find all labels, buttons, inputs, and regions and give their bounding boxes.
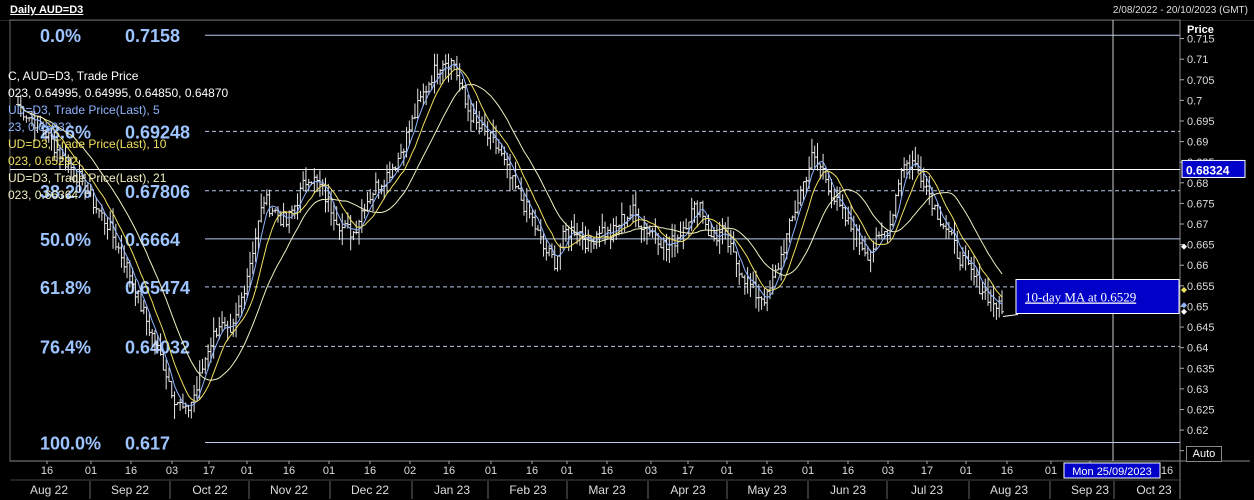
y-tick-label: 0.68 — [1187, 178, 1208, 190]
y-tick-label: 0.705 — [1187, 75, 1215, 87]
x-month-label: Jul 23 — [911, 483, 943, 497]
legend-line: C, AUD=D3, Trade Price — [8, 69, 139, 83]
legend-line: 23, 0.65032 — [8, 120, 72, 134]
fib-percent-label: 50.0% — [40, 230, 91, 250]
x-day-label: 01 — [323, 465, 335, 477]
x-month-label: Feb 23 — [509, 483, 547, 497]
x-day-label: 01 — [960, 465, 972, 477]
legend-line: 023, 0.65292 — [8, 154, 79, 168]
y-tick-label: 0.66 — [1187, 260, 1208, 272]
y-tick-label: 0.675 — [1187, 198, 1215, 210]
legend-line: UD=D3, Trade Price(Last), 21 — [8, 171, 167, 185]
y-tick-label: 0.665 — [1187, 240, 1215, 252]
y-tick-label: 0.64 — [1187, 343, 1208, 355]
x-day-label: 01 — [485, 465, 497, 477]
x-day-label: 16 — [41, 465, 53, 477]
x-day-label: 16 — [125, 465, 137, 477]
legend-line: UD=D3, Trade Price(Last), 5 — [8, 103, 160, 117]
fib-percent-label: 100.0% — [40, 433, 101, 453]
x-day-label: 16 — [283, 465, 295, 477]
x-day-label: 17 — [921, 465, 933, 477]
x-month-label: Aug 23 — [990, 483, 1028, 497]
y-tick-label: 0.645 — [1187, 322, 1215, 334]
y-tick-label: 0.69 — [1187, 137, 1208, 149]
level-price-label: 0.68324 — [1186, 163, 1230, 177]
x-day-label: 01 — [85, 465, 97, 477]
x-day-label: 02 — [404, 465, 416, 477]
x-month-label: Jun 23 — [830, 483, 866, 497]
fib-value-label: 0.617 — [125, 433, 170, 453]
legend-line: 023, 0.66364 — [8, 188, 79, 202]
x-day-label: 16 — [761, 465, 773, 477]
x-month-label: Dec 22 — [351, 483, 389, 497]
x-day-label: 16 — [601, 465, 613, 477]
legend-line: 023, 0.64995, 0.64995, 0.64850, 0.64870 — [8, 86, 229, 100]
x-month-label: Sep 23 — [1071, 483, 1109, 497]
x-day-label: 16 — [443, 465, 455, 477]
x-month-label: Oct 22 — [192, 483, 228, 497]
x-day-label: 16 — [842, 465, 854, 477]
x-day-label: 16 — [1161, 465, 1173, 477]
x-day-label: 03 — [166, 465, 178, 477]
x-day-label: 01 — [1045, 465, 1057, 477]
y-tick-label: 0.655 — [1187, 281, 1215, 293]
x-day-label: 16 — [526, 465, 538, 477]
crosshair-date-label: Mon 25/09/2023 — [1072, 466, 1152, 478]
x-month-label: Sep 22 — [111, 483, 149, 497]
fib-percent-label: 61.8% — [40, 278, 91, 298]
fib-value-label: 0.6664 — [125, 230, 180, 250]
annotation-text: 10-day MA at 0.6529 — [1025, 289, 1136, 304]
y-tick-label: 0.65 — [1187, 301, 1208, 313]
annotation-pointer — [1002, 313, 1019, 317]
y-tick-label: 0.67 — [1187, 219, 1208, 231]
y-tick-label: 0.71 — [1187, 54, 1208, 66]
y-tick-label: 0.695 — [1187, 116, 1215, 128]
legend-line: UD=D3, Trade Price(Last), 10 — [8, 137, 167, 151]
x-month-label: Jan 23 — [434, 483, 470, 497]
y-tick-label: 0.635 — [1187, 363, 1215, 375]
series-legend: C, AUD=D3, Trade Price 023, 0.64995, 0.64… — [8, 68, 228, 204]
x-day-label: 17 — [682, 465, 694, 477]
fib-percent-label: 0.0% — [40, 26, 81, 46]
y-tick-label: 0.7 — [1187, 95, 1202, 107]
y-tick-label: 0.63 — [1187, 384, 1208, 396]
x-month-label: Oct 23 — [1136, 483, 1172, 497]
fib-value-label: 0.7158 — [125, 26, 180, 46]
x-day-label: 01 — [561, 465, 573, 477]
y-tick-label: 0.625 — [1187, 404, 1215, 416]
x-day-label: 16 — [364, 465, 376, 477]
x-day-label: 01 — [802, 465, 814, 477]
x-day-label: 03 — [645, 465, 657, 477]
y-tick-label: 0.62 — [1187, 425, 1208, 437]
x-day-label: 17 — [203, 465, 215, 477]
fib-percent-label: 76.4% — [40, 337, 91, 357]
x-day-label: 16 — [1001, 465, 1013, 477]
x-month-label: Aug 22 — [30, 483, 68, 497]
x-month-label: Nov 22 — [270, 483, 308, 497]
x-day-label: 01 — [721, 465, 733, 477]
fib-value-label: 0.65474 — [125, 278, 190, 298]
x-month-label: Mar 23 — [588, 483, 626, 497]
x-day-label: 01 — [241, 465, 253, 477]
y-tick-label: 0.715 — [1187, 34, 1215, 46]
x-day-label: 03 — [882, 465, 894, 477]
x-month-label: May 23 — [747, 483, 787, 497]
auto-scale-button[interactable]: Auto — [1186, 446, 1222, 462]
x-month-label: Apr 23 — [670, 483, 706, 497]
